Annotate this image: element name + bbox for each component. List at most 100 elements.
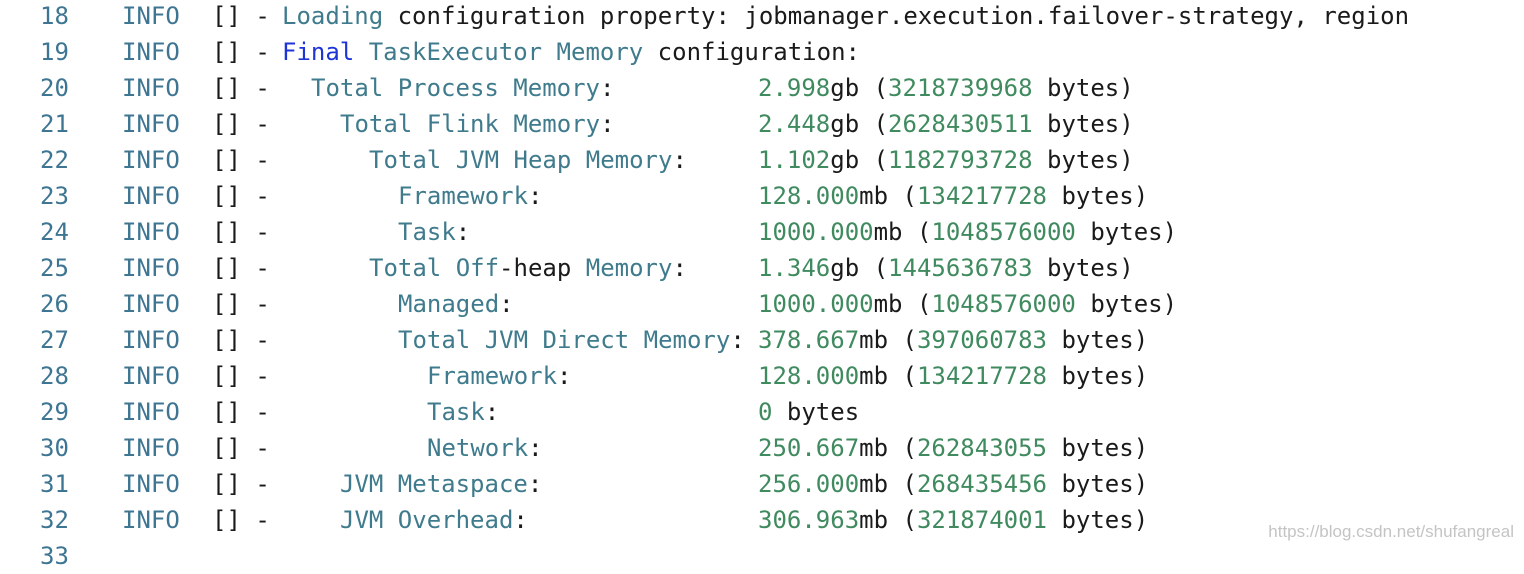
log-line: 26 INFO [] - 1000.000mb (1048576000 bytes) M…: [0, 286, 1524, 322]
line-number: 24: [40, 218, 69, 246]
log-context: [] -: [212, 326, 270, 354]
line-number: 26: [40, 290, 69, 318]
config-key: Framework: [427, 362, 558, 390]
value-tail: bytes): [1047, 326, 1149, 354]
value-unit: mb (: [873, 290, 932, 318]
log-context: [] -: [212, 146, 270, 174]
log-level: INFO: [122, 470, 180, 498]
value-unit: mb (: [859, 470, 917, 498]
log-context: [] -: [212, 434, 270, 462]
value-number: 306.963: [758, 506, 860, 534]
config-key: Total Process Memory: [311, 74, 600, 102]
log-level: INFO: [122, 326, 180, 354]
key-colon: :: [557, 362, 572, 390]
value-number: 2.998: [758, 74, 831, 102]
log-level: INFO: [122, 290, 180, 318]
value-number: 1000.000: [758, 290, 874, 318]
log-level: INFO: [122, 182, 180, 210]
config-value: 0 bytes: [758, 394, 859, 430]
log-line: 31 INFO [] - 256.000mb (268435456 bytes) JVM…: [0, 466, 1524, 502]
config-key: Framework: [398, 182, 529, 210]
log-level: INFO: [122, 218, 180, 246]
config-value: 2.448gb (2628430511 bytes): [758, 106, 1134, 142]
value-bytes: 1048576000: [931, 290, 1076, 318]
config-value: 128.000mb (134217728 bytes): [758, 178, 1148, 214]
config-value: 128.000mb (134217728 bytes): [758, 358, 1148, 394]
key-colon: :: [527, 470, 543, 498]
log-line: 20 INFO [] - 2.998gb (3218739968 bytes) Tota…: [0, 70, 1524, 106]
line-number: 19: [40, 38, 69, 66]
key-colon: :: [455, 218, 471, 246]
log-level: INFO: [122, 362, 180, 390]
log-context: [] -: [212, 290, 270, 318]
config-value: 378.667mb (397060783 bytes): [758, 322, 1148, 358]
value-tail: bytes): [1047, 506, 1149, 534]
value-bytes: 268435456: [916, 470, 1047, 498]
value-number: 1000.000: [758, 218, 874, 246]
log-view[interactable]: 18 INFO [] - Loading configuration property…: [0, 0, 1524, 570]
log-line: 19 INFO [] - Final TaskExecutor Memory conf…: [0, 34, 1524, 70]
log-level: INFO: [122, 146, 180, 174]
log-line: 30 INFO [] - 250.667mb (262843055 bytes) Net…: [0, 430, 1524, 466]
key-colon: :: [528, 182, 543, 210]
log-message: Network:: [427, 430, 543, 466]
config-key: JVM Metaspace: [340, 470, 528, 498]
config-key: Total JVM Direct Memory: [398, 326, 731, 354]
line-number: 27: [40, 326, 69, 354]
log-context: [] -: [212, 254, 270, 282]
log-line: 24 INFO [] - 1000.000mb (1048576000 bytes) T…: [0, 214, 1524, 250]
value-tail: bytes): [1047, 182, 1149, 210]
log-message: JVM Overhead:: [340, 502, 528, 538]
log-line: 22 INFO [] - 1.102gb (1182793728 bytes) Tota…: [0, 142, 1524, 178]
value-unit: gb (: [830, 146, 889, 174]
log-context: [] -: [212, 470, 270, 498]
value-number: 128.000: [758, 362, 860, 390]
value-number: 128.000: [758, 182, 860, 210]
log-level: INFO: [122, 254, 180, 282]
log-context: [] -: [212, 74, 270, 102]
value-tail: bytes): [1032, 146, 1134, 174]
config-key: Task: [398, 218, 456, 246]
key-colon: :: [600, 110, 615, 138]
key-colon: :: [730, 326, 745, 354]
value-unit: mb (: [859, 362, 917, 390]
log-message: Total JVM Direct Memory:: [398, 322, 745, 358]
log-message: Loading configuration property: jobmanag…: [282, 0, 1409, 34]
config-value: 256.000mb (268435456 bytes): [758, 466, 1148, 502]
log-message: Total Off-heap Memory:: [369, 250, 687, 286]
config-key: -heap: [499, 254, 586, 282]
value-number: 0: [758, 398, 773, 426]
log-line: 33: [0, 538, 1524, 574]
key-colon: :: [499, 290, 514, 318]
log-message: Framework:: [398, 178, 543, 214]
config-value: 1.346gb (1445636783 bytes): [758, 250, 1134, 286]
value-tail: bytes): [1032, 110, 1134, 138]
value-number: 256.000: [758, 470, 860, 498]
config-key: Total JVM Heap Memory: [369, 146, 673, 174]
config-value: 306.963mb (321874001 bytes): [758, 502, 1148, 538]
value-bytes: 321874001: [916, 506, 1047, 534]
value-unit: mb (: [859, 182, 917, 210]
message-token: Final: [282, 38, 355, 66]
key-colon: :: [672, 146, 687, 174]
line-number: 18: [40, 2, 69, 30]
value-number: 1.102: [758, 146, 831, 174]
log-line: 25 INFO [] - 1.346gb (1445636783 bytes) Tota…: [0, 250, 1524, 286]
key-colon: :: [672, 254, 687, 282]
value-unit: bytes: [772, 398, 860, 426]
line-number: 33: [40, 542, 69, 570]
log-level: INFO: [122, 434, 180, 462]
value-tail: bytes): [1047, 362, 1149, 390]
log-level: INFO: [122, 398, 180, 426]
value-tail: bytes): [1032, 254, 1134, 282]
log-message: Task:: [427, 394, 499, 430]
message-token: configuration property: jobmanager.execu…: [383, 2, 1410, 30]
log-message: Total Process Memory:: [311, 70, 614, 106]
log-level: INFO: [122, 38, 180, 66]
key-colon: :: [599, 74, 615, 102]
log-line: 28 INFO [] - 128.000mb (134217728 bytes) Fra…: [0, 358, 1524, 394]
config-value: 1.102gb (1182793728 bytes): [758, 142, 1134, 178]
value-unit: gb (: [830, 254, 889, 282]
line-number: 25: [40, 254, 69, 282]
log-message: Task:: [398, 214, 470, 250]
